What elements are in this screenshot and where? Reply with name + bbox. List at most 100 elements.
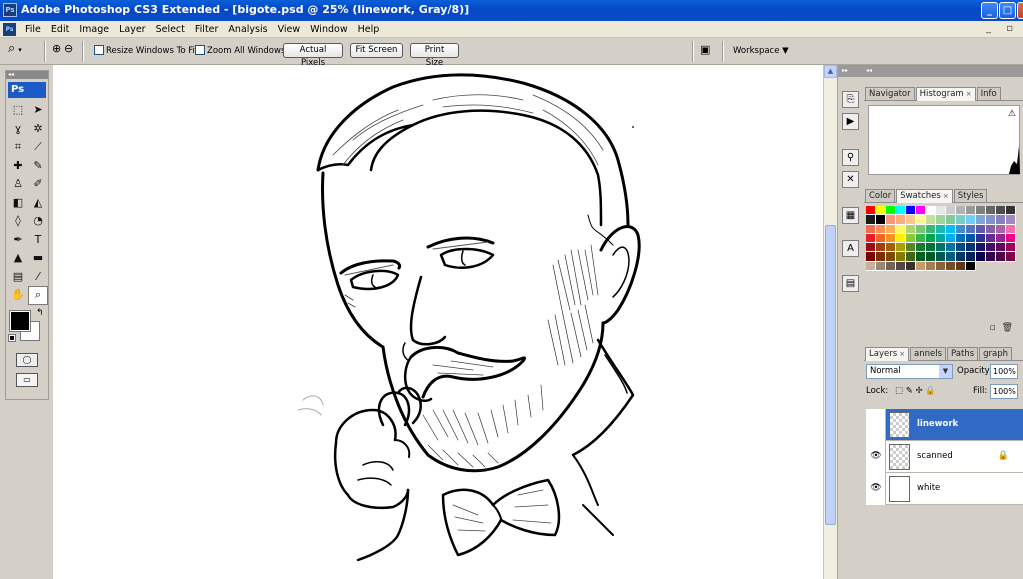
swatch[interactable] [906,252,916,262]
swatch[interactable] [976,243,986,253]
swatch[interactable] [926,233,936,244]
document-window-controls[interactable]: _ ▫ [986,23,1019,34]
eyedropper-tool[interactable]: ⁄ [28,268,48,287]
swatch[interactable] [1006,252,1016,262]
swatch[interactable] [916,233,926,244]
layer-comps-icon[interactable]: ▦ [842,207,859,224]
healing-brush-tool[interactable]: ✚ [8,157,28,176]
swatch[interactable] [996,215,1006,225]
swatch[interactable] [916,224,926,234]
swatch[interactable] [936,261,946,272]
swatch[interactable] [906,243,916,253]
swatch[interactable] [1006,233,1016,244]
swatch[interactable] [986,215,996,225]
swatch[interactable] [896,261,906,272]
zoom-tool[interactable]: ⌕ [28,286,48,305]
swatch[interactable] [976,206,986,216]
swatch[interactable] [916,252,926,262]
scrollbar-thumb[interactable] [825,225,836,525]
close-icon[interactable]: × [966,90,972,98]
swatch[interactable] [886,224,896,234]
swatch[interactable] [986,243,996,253]
swatch[interactable] [1006,243,1016,253]
swatch[interactable] [866,215,876,225]
swatch[interactable] [886,233,896,244]
zoom-all-windows-checkbox[interactable]: Zoom All Windows [195,44,285,58]
swatch[interactable] [906,224,916,234]
tab-layers[interactable]: Layers × [865,347,910,361]
photoshop-app-icon[interactable]: Ps [3,3,17,17]
swatch[interactable] [946,206,956,216]
swatch[interactable] [986,224,996,234]
menu-filter[interactable]: Filter [190,23,224,36]
swatch[interactable] [906,233,916,244]
menu-window[interactable]: Window [305,23,352,36]
layer-name[interactable]: linework [917,419,958,429]
swatch[interactable] [936,233,946,244]
fill-field[interactable]: 100% [990,384,1018,399]
swatch[interactable] [986,233,996,244]
tool-presets-icon[interactable]: ✕ [842,171,859,188]
swatch[interactable] [926,224,936,234]
swatch[interactable] [926,252,936,262]
visibility-cell[interactable]: 👁 [866,409,886,441]
notes-tool[interactable]: ▤ [8,268,28,287]
close-button[interactable] [1017,2,1023,19]
title-bar[interactable]: Ps Adobe Photoshop CS3 Extended - [bigot… [0,0,1023,21]
workspace-menu[interactable]: Workspace ▼ [733,44,789,58]
menu-image[interactable]: Image [74,23,114,36]
scroll-up-icon[interactable]: ▲ [824,65,837,78]
bridge-icon[interactable]: ▣ [700,43,710,57]
tab-swatches[interactable]: Swatches × [896,189,953,203]
swatch[interactable] [986,206,996,216]
swatch[interactable] [976,252,986,262]
swatch[interactable] [956,252,966,262]
blend-mode-select[interactable]: Normal ▼ [866,364,953,379]
swatch[interactable] [936,252,946,262]
swatch[interactable] [916,261,926,272]
document-canvas[interactable] [53,65,823,579]
swatch[interactable] [966,206,976,216]
layer-name[interactable]: scanned [917,451,953,461]
swatch[interactable] [926,215,936,225]
swatch[interactable] [896,233,906,244]
swatch[interactable] [956,224,966,234]
pen-tool[interactable]: ✒ [8,231,28,250]
layer-thumbnail[interactable] [889,444,910,470]
swatch[interactable] [946,261,956,272]
shape-tool[interactable]: ▬ [28,249,48,268]
photoshop-logo[interactable]: Ps [8,82,46,98]
swatch[interactable] [936,206,946,216]
swatch[interactable] [996,243,1006,253]
lasso-tool[interactable]: ɣ [8,120,28,139]
layer-thumbnail[interactable] [889,476,910,502]
brushes-panel-icon[interactable]: ⚲ [842,149,859,166]
close-icon[interactable]: × [899,350,905,358]
swatch[interactable] [946,233,956,244]
swatch[interactable] [926,243,936,253]
checkbox-box[interactable] [94,45,104,55]
character-panel-icon[interactable]: A [842,240,859,257]
swatch[interactable] [966,243,976,253]
swatch[interactable] [946,252,956,262]
menu-view[interactable]: View [273,23,306,36]
swatch[interactable] [1006,215,1016,225]
swatch[interactable] [876,243,886,253]
print-size-button[interactable]: Print Size [410,43,459,68]
dock-grip[interactable]: ▸▸ [838,65,862,77]
history-panel-icon[interactable]: ⎘ [842,91,859,108]
swatch[interactable] [866,252,876,262]
eye-icon[interactable]: 👁 [870,419,882,429]
swatch[interactable] [936,215,946,225]
swatch[interactable] [876,261,886,272]
swatch[interactable] [966,252,976,262]
type-tool[interactable]: T [28,231,48,250]
brush-tool[interactable]: ✎ [28,157,48,176]
swatch[interactable] [876,233,886,244]
swatch-panel-buttons[interactable]: ▫🗑 [989,323,1019,333]
swatch[interactable] [876,252,886,262]
swatch[interactable] [886,261,896,272]
actual-pixels-button[interactable]: Actual Pixels [283,43,343,68]
path-selection-tool[interactable]: ▲ [8,249,28,268]
swatch[interactable] [866,224,876,234]
